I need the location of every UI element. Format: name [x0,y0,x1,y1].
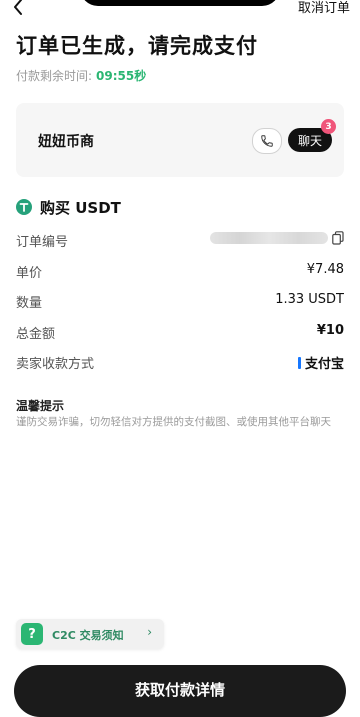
c2c-notice-label: C2C 交易须知 [52,629,124,642]
get-payment-details-button[interactable]: 获取付款详情 [14,665,346,717]
copy-icon[interactable] [332,231,344,245]
tips-text: 谨防交易诈骗，切勿轻信对方提供的支付截图、或使用其他平台聊天 [16,416,331,428]
order-heading-label: 购买 USDT [40,198,121,217]
order-number-value-blurred [210,232,328,244]
payment-countdown: 付款剩余时间: 09:55秒 [16,67,146,84]
alipay-indicator [297,356,301,369]
payment-method-row: 卖家收款方式 支付宝 [16,351,344,373]
chat-button-label: 聊天 [297,133,322,148]
quantity-row: 数量 1.33 USDT [16,290,344,312]
order-heading: 购买 USDT [16,196,121,218]
page-title: 订单已生成，请完成支付 [16,34,258,58]
tether-icon [16,199,32,215]
unit-price-row: 单价 ¥7.48 [16,260,344,282]
unit-price-value: ¥7.48 [306,262,344,277]
total-amount-row: 总金额 ¥10 [16,321,344,343]
order-number-row: 订单编号 [16,229,344,251]
merchant-name[interactable]: 妞妞币商 [38,131,94,151]
quantity-label: 数量 [16,296,43,311]
c2c-notice-button[interactable]: ? C2C 交易须知 › [16,619,164,649]
payment-method-value: 支付宝 [297,353,344,372]
tips-title: 温馨提示 [16,399,65,413]
merchant-card: 妞妞币商 聊天 3 [16,103,344,177]
unread-count: 3 [325,121,332,132]
call-button[interactable] [252,128,282,154]
top-bar: 取消订单 [0,0,360,22]
countdown-label: 付款剩余时间: [16,69,93,83]
get-payment-details-label: 获取付款详情 [134,681,225,699]
quantity-value: 1.33 USDT [275,292,344,307]
order-number-label: 订单编号 [16,235,69,250]
total-amount-label: 总金额 [16,327,56,342]
chevron-right-icon: › [147,625,152,639]
back-arrow-icon[interactable] [10,0,28,17]
phone-icon [261,135,273,147]
unread-badge: 3 [321,119,336,134]
payment-method-label: 卖家收款方式 [16,357,95,372]
payment-method-name: 支付宝 [304,357,344,372]
total-amount-value: ¥10 [316,323,344,338]
countdown-time: 09:55秒 [96,69,147,83]
question-icon: ? [21,623,43,645]
unit-price-label: 单价 [16,266,43,281]
cancel-order-link[interactable]: 取消订单 [298,0,350,18]
